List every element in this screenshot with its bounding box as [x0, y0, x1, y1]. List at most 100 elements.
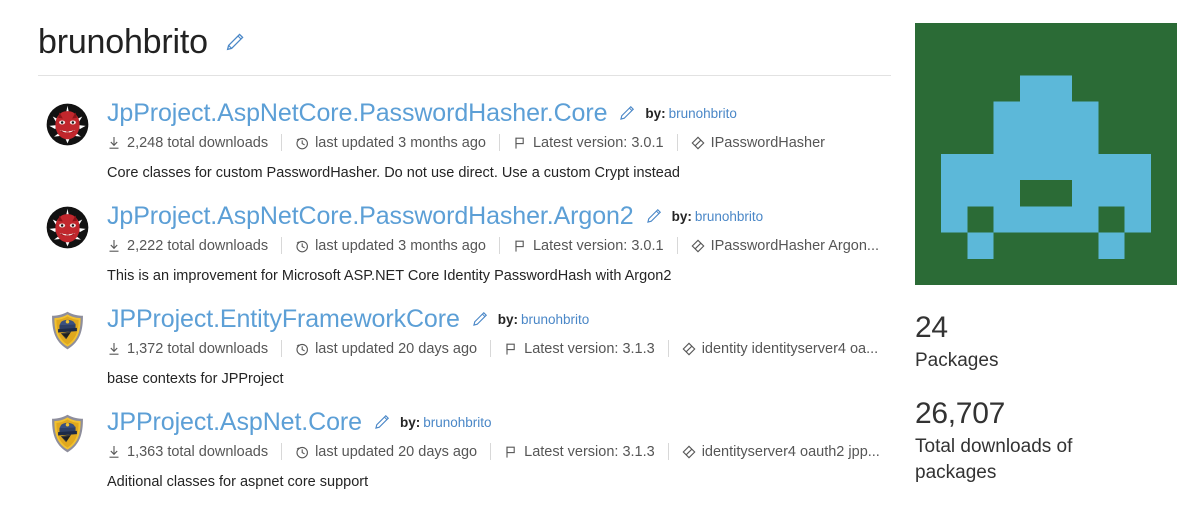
clock-icon — [295, 342, 309, 356]
stat-value: 26,707 — [915, 397, 1005, 430]
pencil-icon[interactable] — [224, 31, 246, 53]
downloads-text: 2,222 total downloads — [127, 237, 269, 254]
last-updated-text: last updated 3 months ago — [315, 134, 486, 151]
version-stat: Latest version: 3.0.1 — [513, 135, 677, 151]
meta-divider — [281, 237, 283, 254]
stat-label: Packages — [915, 350, 999, 371]
package-metadata: 1,363 total downloads last updated 20 da… — [107, 443, 893, 460]
package-list-item: JpProject.AspNetCore.PasswordHasher.Argo… — [38, 187, 893, 290]
stat-packages: 24 Packages — [915, 310, 1177, 374]
package-description: base contexts for JPProject — [107, 371, 284, 387]
tag-icon — [691, 136, 705, 150]
header-divider — [38, 75, 891, 76]
tags-text: IPasswordHasher Argon... — [710, 237, 880, 254]
package-body: JpProject.AspNetCore.PasswordHasher.Core… — [96, 98, 893, 183]
package-icon-wrapper — [38, 304, 96, 352]
meta-divider — [281, 443, 283, 460]
package-by-label: by: — [399, 414, 421, 430]
last-updated-stat: last updated 3 months ago — [295, 135, 499, 151]
package-by-label: by: — [645, 105, 666, 121]
download-icon — [107, 342, 121, 356]
last-updated-text: last updated 20 days ago — [315, 340, 478, 357]
tags-stat: identityserver4 oauth2 jpp... — [682, 444, 893, 460]
tag-icon — [682, 342, 696, 356]
downloads-text: 1,372 total downloads — [127, 340, 269, 357]
stat-label: Total downloads of packages — [915, 436, 1073, 483]
last-updated-stat: last updated 20 days ago — [295, 341, 490, 357]
space-invader-identicon — [915, 23, 1177, 285]
package-metadata: 1,372 total downloads last updated 20 da… — [107, 340, 893, 357]
package-by-label: by: — [497, 311, 519, 327]
package-icon-wrapper — [38, 407, 96, 455]
tags-stat: IPasswordHasher Argon... — [691, 238, 892, 254]
flag-icon — [513, 239, 527, 253]
pencil-icon[interactable] — [645, 207, 663, 225]
profile-page: brunohbrito JpProject.AspNetCore.Passwor… — [0, 0, 1177, 530]
meta-divider — [667, 340, 669, 357]
tag-icon — [691, 239, 705, 253]
flag-icon — [504, 342, 518, 356]
download-icon — [107, 445, 121, 459]
package-list: JpProject.AspNetCore.PasswordHasher.Core… — [38, 84, 893, 496]
pencil-icon[interactable] — [618, 104, 636, 122]
tags-text: identity identityserver4 oa... — [701, 340, 879, 357]
pencil-icon[interactable] — [471, 310, 489, 328]
package-owner-link[interactable]: brunohbrito — [521, 312, 589, 327]
profile-header: brunohbrito — [38, 18, 893, 66]
meta-divider — [676, 134, 678, 151]
meta-divider — [667, 443, 669, 460]
meta-divider — [490, 340, 492, 357]
last-updated-stat: last updated 20 days ago — [295, 444, 490, 460]
meta-divider — [676, 237, 678, 254]
tags-stat: IPasswordHasher — [691, 135, 838, 151]
meta-divider — [281, 134, 283, 151]
package-owner-link[interactable]: brunohbrito — [669, 106, 737, 121]
last-updated-stat: last updated 3 months ago — [295, 238, 499, 254]
package-body: JPProject.EntityFrameworkCore by: brunoh… — [96, 304, 893, 389]
tag-icon — [682, 445, 696, 459]
meta-divider — [498, 134, 500, 151]
package-title-link[interactable]: JpProject.AspNetCore.PasswordHasher.Argo… — [107, 201, 634, 231]
package-title-link[interactable]: JPProject.EntityFrameworkCore — [107, 304, 460, 334]
clock-icon — [295, 239, 309, 253]
clock-icon — [295, 445, 309, 459]
package-title-line: JpProject.AspNetCore.PasswordHasher.Argo… — [107, 201, 893, 231]
flag-icon — [513, 136, 527, 150]
version-text: Latest version: 3.1.3 — [524, 443, 655, 460]
profile-main-column: brunohbrito JpProject.AspNetCore.Passwor… — [38, 18, 893, 496]
devil-face-icon — [46, 103, 88, 146]
download-icon — [107, 239, 121, 253]
package-title-link[interactable]: JpProject.AspNetCore.PasswordHasher.Core — [107, 98, 607, 128]
package-title-line: JpProject.AspNetCore.PasswordHasher.Core… — [107, 98, 893, 128]
tags-text: identityserver4 oauth2 jpp... — [701, 443, 880, 460]
package-title-line: JPProject.AspNet.Core by: brunohbrito — [107, 407, 893, 437]
meta-divider — [490, 443, 492, 460]
police-badge-icon — [51, 311, 83, 350]
downloads-stat: 1,363 total downloads — [107, 444, 281, 460]
last-updated-text: last updated 3 months ago — [315, 237, 486, 254]
package-icon-wrapper — [38, 201, 96, 249]
downloads-text: 1,363 total downloads — [127, 443, 269, 460]
package-body: JpProject.AspNetCore.PasswordHasher.Argo… — [96, 201, 893, 286]
package-description: Core classes for custom PasswordHasher. … — [107, 165, 680, 181]
clock-icon — [295, 136, 309, 150]
devil-face-icon — [46, 206, 88, 249]
tags-stat: identity identityserver4 oa... — [682, 341, 892, 357]
package-list-item: JpProject.AspNetCore.PasswordHasher.Core… — [38, 84, 893, 187]
tags-text: IPasswordHasher — [710, 134, 825, 151]
downloads-stat: 1,372 total downloads — [107, 341, 281, 357]
profile-stats: 24 Packages 26,707 Total downloads of pa… — [915, 310, 1177, 486]
downloads-text: 2,248 total downloads — [127, 134, 269, 151]
profile-sidebar: 24 Packages 26,707 Total downloads of pa… — [915, 20, 1177, 508]
package-title-link[interactable]: JPProject.AspNet.Core — [107, 407, 362, 437]
flag-icon — [504, 445, 518, 459]
version-stat: Latest version: 3.0.1 — [513, 238, 677, 254]
package-metadata: 2,222 total downloads last updated 3 mon… — [107, 237, 893, 254]
package-icon-wrapper — [38, 98, 96, 146]
meta-divider — [281, 340, 283, 357]
version-stat: Latest version: 3.1.3 — [504, 444, 668, 460]
package-by-label: by: — [671, 208, 692, 224]
package-owner-link[interactable]: brunohbrito — [695, 209, 763, 224]
package-owner-link[interactable]: brunohbrito — [423, 415, 491, 430]
pencil-icon[interactable] — [373, 413, 391, 431]
